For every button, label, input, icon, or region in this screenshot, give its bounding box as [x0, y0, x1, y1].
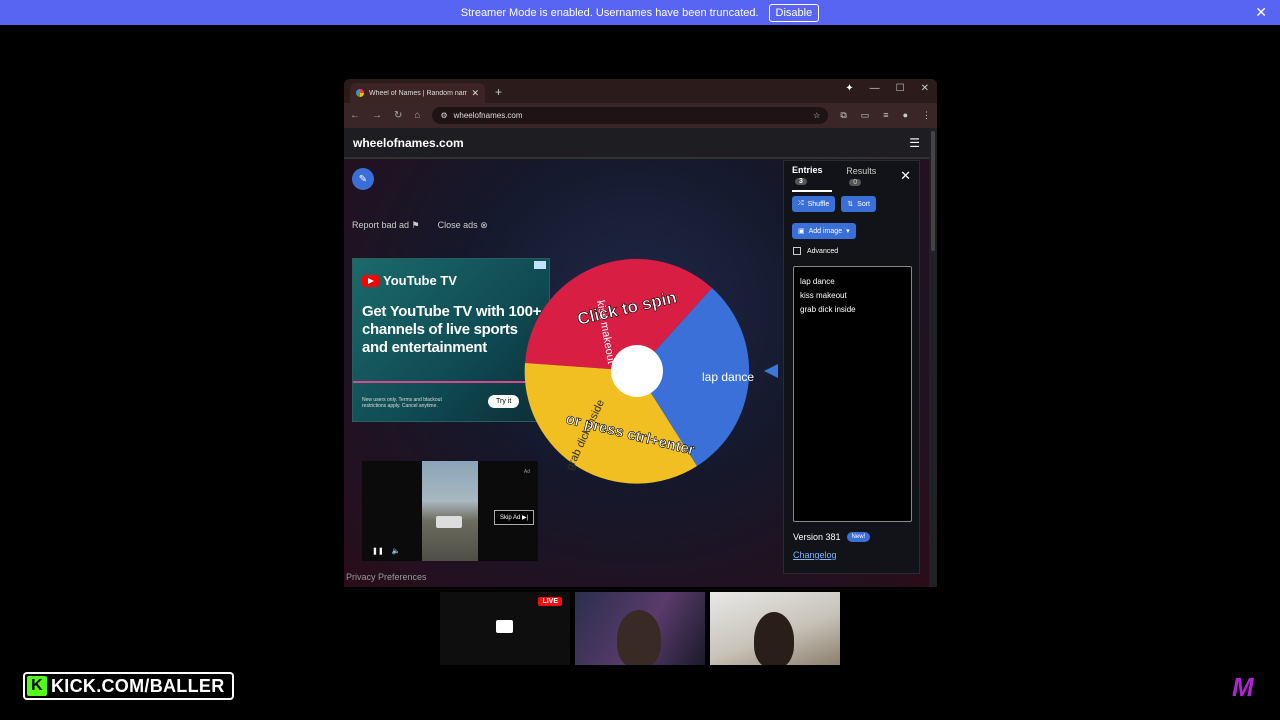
skip-ad-button[interactable]: Skip Ad ▶| [494, 510, 535, 525]
chevron-down-icon: ▾ [846, 228, 850, 235]
window-controls: ✦ — ☐ ✕ [845, 83, 929, 94]
url-text: wheelofnames.com [453, 111, 523, 120]
video-frame [422, 461, 478, 561]
page-scrollbar[interactable] [931, 131, 935, 251]
reload-icon[interactable]: ↻ [394, 110, 402, 121]
gemini-icon[interactable]: ✦ [845, 83, 853, 94]
kick-channel-overlay: K KICK.COM/BALLER [23, 672, 234, 700]
panel-tabs: Entries3 Results0 ✕ [784, 160, 919, 192]
address-bar: ← → ↻ ⌂ ⚙ wheelofnames.com ☆ ⧉ ▭ ≡ ● ⋮ [344, 103, 937, 128]
hide-panel-icon[interactable]: ✕ [900, 168, 911, 184]
entries-panel: Entries3 Results0 ✕ ⤮ Shuffle ⇅ Sort ▣ Add … [783, 160, 920, 574]
webcam-3 [710, 592, 840, 665]
browser-window: Wheel of Names | Random nam ✕ + ✦ — ☐ ✕ … [344, 79, 937, 587]
bookmark-star-icon[interactable]: ☆ [813, 111, 820, 120]
youtube-tv-logo: YouTube TV [362, 273, 457, 288]
entry-line: grab dick inside [800, 305, 856, 314]
shuffle-icon: ⤮ [798, 200, 804, 207]
close-ads-link[interactable]: Close ads ⊗ [438, 220, 488, 231]
ad-links: Report bad ad ⚑ Close ads ⊗ [352, 220, 488, 231]
menu-icon[interactable]: ⋮ [922, 110, 931, 121]
site-header: wheelofnames.com ☰ [344, 128, 929, 159]
playlist-icon[interactable]: ≡ [883, 110, 888, 121]
results-count-badge: 0 [849, 179, 862, 186]
streamer-figure [754, 612, 794, 665]
back-icon[interactable]: ← [350, 110, 360, 121]
entry-line: lap dance [800, 277, 835, 286]
changelog-link[interactable]: Changelog [784, 542, 919, 560]
youtube-play-icon [362, 274, 379, 287]
streamer-figure [617, 610, 661, 665]
webcam-row: LIVE [440, 592, 840, 665]
tab-results[interactable]: Results0 [846, 166, 886, 186]
maximize-icon[interactable]: ☐ [896, 83, 905, 94]
tab-strip: Wheel of Names | Random nam ✕ + ✦ — ☐ ✕ [344, 79, 937, 103]
tab-close-icon[interactable]: ✕ [471, 88, 479, 99]
wheel-pointer-icon [764, 364, 778, 378]
tab-entries[interactable]: Entries3 [792, 160, 833, 192]
entry-line: kiss makeout [800, 291, 847, 300]
monitor-icon [496, 620, 513, 633]
checkbox-icon[interactable] [793, 247, 801, 255]
pause-icon[interactable]: ❚❚ [372, 547, 384, 555]
edit-pencil-icon[interactable]: ✎ [352, 168, 374, 190]
privacy-preferences-link[interactable]: Privacy Preferences [346, 572, 427, 582]
url-input[interactable]: ⚙ wheelofnames.com ☆ [432, 107, 829, 124]
profile-icon[interactable]: ● [903, 110, 908, 121]
new-tab-icon[interactable]: + [495, 85, 502, 99]
hamburger-menu-icon[interactable]: ☰ [909, 136, 920, 150]
add-image-button[interactable]: ▣ Add image ▾ [792, 223, 856, 239]
favicon-icon [356, 89, 364, 97]
entries-count-badge: 3 [795, 178, 807, 185]
forward-icon[interactable]: → [372, 110, 382, 121]
image-icon: ▣ [798, 228, 805, 235]
close-window-icon[interactable]: ✕ [921, 83, 929, 94]
advanced-checkbox[interactable]: Advanced [784, 247, 919, 255]
volume-icon[interactable]: 🔈 [392, 547, 401, 555]
spin-wheel[interactable]: kiss makeout lap dance grab dick inside … [507, 241, 767, 501]
webcam-1: LIVE [440, 592, 570, 665]
disable-streamer-mode-button[interactable]: Disable [768, 3, 820, 22]
cast-icon[interactable]: ▭ [861, 110, 870, 121]
new-badge: New! [846, 532, 871, 542]
close-icon[interactable]: ✕ [1255, 4, 1267, 21]
minimize-icon[interactable]: — [870, 83, 880, 94]
browser-tab[interactable]: Wheel of Names | Random nam ✕ [350, 83, 485, 103]
site-content: wheelofnames.com ☰ ✎ Report bad ad ⚑ Clo… [344, 128, 929, 587]
ad-fine-print: New users only. Terms and blackout restr… [362, 397, 442, 409]
home-icon[interactable]: ⌂ [414, 110, 420, 121]
kick-logo-icon: K [27, 676, 47, 696]
site-info-icon[interactable]: ⚙ [440, 111, 447, 120]
corner-logo: M [1232, 672, 1254, 702]
wheel-center [611, 345, 663, 397]
wheel-svg[interactable]: kiss makeout lap dance grab dick inside … [507, 241, 767, 501]
webcam-2 [575, 592, 705, 665]
sort-button[interactable]: ⇅ Sort [841, 196, 876, 212]
live-badge: LIVE [538, 597, 562, 606]
report-bad-ad-link[interactable]: Report bad ad ⚑ [352, 220, 420, 231]
tab-title: Wheel of Names | Random nam [369, 89, 468, 97]
entries-textarea[interactable]: lap dance kiss makeout grab dick inside [793, 266, 912, 522]
video-controls: ❚❚ 🔈 [372, 547, 400, 555]
site-title[interactable]: wheelofnames.com [353, 136, 464, 150]
segment-label-lap-dance: lap dance [702, 370, 754, 384]
version-info: Version 381 New! [784, 522, 919, 542]
shuffle-button[interactable]: ⤮ Shuffle [792, 196, 836, 212]
sort-icon: ⇅ [847, 201, 854, 208]
banner-text: Streamer Mode is enabled. Usernames have… [460, 6, 759, 19]
streamer-mode-banner: Streamer Mode is enabled. Usernames have… [0, 0, 1280, 25]
extensions-icon[interactable]: ⧉ [840, 110, 846, 121]
